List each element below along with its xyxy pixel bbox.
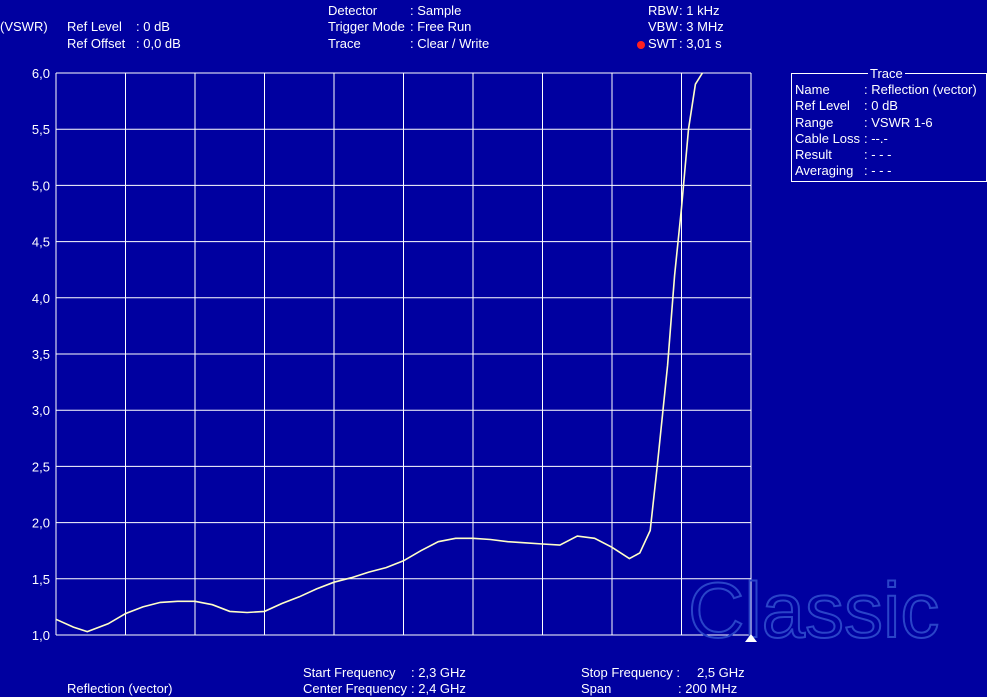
span-value: : 200 MHz bbox=[678, 681, 738, 696]
start-frequency-value: : 2,3 GHz bbox=[411, 665, 466, 680]
measurement-type: Reflection (vector) bbox=[67, 681, 173, 696]
trace-row-value: : - - - bbox=[864, 147, 892, 162]
stop-frequency-label: Stop Frequency : bbox=[581, 665, 680, 680]
trace-row-value: : VSWR 1-6 bbox=[864, 115, 933, 130]
start-frequency-label: Start Frequency bbox=[303, 665, 396, 680]
trace-row-value: : - - - bbox=[864, 163, 892, 178]
trace-row-value: : Reflection (vector) bbox=[864, 82, 977, 97]
trace-row-key: Name bbox=[795, 82, 830, 97]
y-tick-label: 5,5 bbox=[32, 122, 50, 137]
y-tick-label: 1,0 bbox=[32, 628, 50, 643]
y-tick-label: 2,5 bbox=[32, 459, 50, 474]
trace-row-key: Ref Level bbox=[795, 98, 850, 113]
y-tick-label: 3,0 bbox=[32, 403, 50, 418]
trace-row-cable-loss: Cable Loss: --.- bbox=[795, 131, 888, 147]
span-label: Span bbox=[581, 681, 612, 696]
stop-frequency: Stop Frequency : 2,5 GHz bbox=[581, 665, 745, 681]
y-tick-label: 4,0 bbox=[32, 291, 50, 306]
center-frequency: Center Frequency: 2,4 GHz bbox=[303, 681, 466, 697]
stop-frequency-value: 2,5 GHz bbox=[697, 665, 745, 680]
trace-row-range: Range : VSWR 1-6 bbox=[795, 115, 933, 131]
y-tick-label: 6,0 bbox=[32, 66, 50, 81]
start-frequency: Start Frequency : 2,3 GHz bbox=[303, 665, 466, 681]
trace-row-value: : --.- bbox=[864, 131, 888, 146]
trace-row-key: Averaging bbox=[795, 163, 854, 178]
trace-row-key: Result bbox=[795, 147, 832, 162]
y-tick-label: 2,0 bbox=[32, 516, 50, 531]
chart-grid bbox=[55, 72, 752, 636]
trace-row-name: Name : Reflection (vector) bbox=[795, 82, 977, 98]
center-frequency-label: Center Frequency bbox=[303, 681, 408, 696]
center-frequency-value: : 2,4 GHz bbox=[411, 681, 466, 696]
y-tick-label: 3,5 bbox=[32, 347, 50, 362]
classic-watermark: Classic bbox=[688, 566, 939, 654]
trace-panel-title: Trace bbox=[868, 66, 905, 81]
trace-row-key: Cable Loss bbox=[795, 131, 861, 146]
span: Span : 200 MHz bbox=[581, 681, 737, 697]
trace-row-result: Result : - - - bbox=[795, 147, 891, 163]
trace-row-ref-level: Ref Level : 0 dB bbox=[795, 98, 898, 114]
trace-row-key: Range bbox=[795, 115, 834, 130]
trace-series-line bbox=[55, 72, 704, 633]
y-tick-label: 5,0 bbox=[32, 178, 50, 193]
y-tick-label: 4,5 bbox=[32, 235, 50, 250]
trace-info-panel: Trace Name : Reflection (vector) Ref Leve… bbox=[791, 66, 987, 182]
y-tick-label: 1,5 bbox=[32, 572, 50, 587]
trace-row-value: : 0 dB bbox=[864, 98, 898, 113]
y-axis-ticks: 1,0 1,5 2,0 2,5 3,0 3,5 4,0 4,5 5,0 5,5 6,0 bbox=[32, 66, 50, 643]
trace-row-averaging: Averaging : - - - bbox=[795, 163, 891, 179]
